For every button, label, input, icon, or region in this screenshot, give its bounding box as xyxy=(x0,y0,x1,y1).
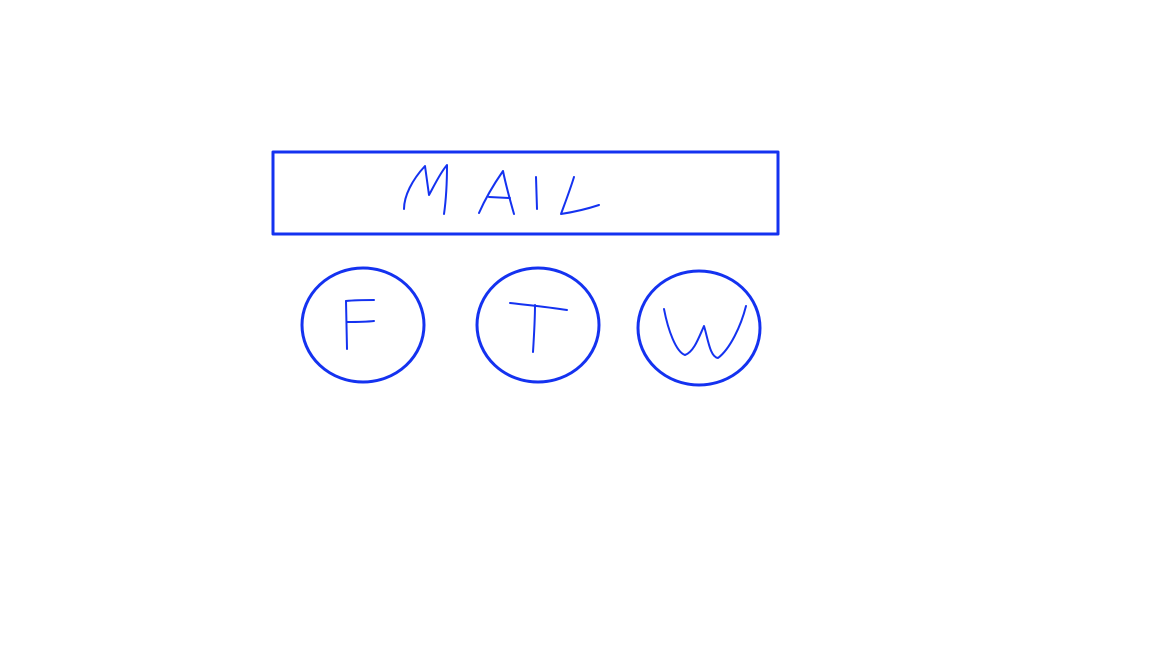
mail-field[interactable] xyxy=(271,150,780,236)
social-buttons xyxy=(300,266,762,387)
twitter-button-circle xyxy=(475,266,601,384)
twitter-button[interactable] xyxy=(475,266,601,384)
facebook-letter-f xyxy=(345,299,375,350)
web-button-circle xyxy=(636,269,762,387)
web-button[interactable] xyxy=(636,269,762,387)
mail-field-label xyxy=(403,164,600,215)
twitter-letter-t xyxy=(509,302,568,353)
facebook-button[interactable] xyxy=(300,266,426,384)
facebook-button-circle xyxy=(300,266,426,384)
web-letter-w xyxy=(663,305,747,359)
mail-field-box xyxy=(271,150,780,236)
wireframe-sketch xyxy=(271,150,780,387)
